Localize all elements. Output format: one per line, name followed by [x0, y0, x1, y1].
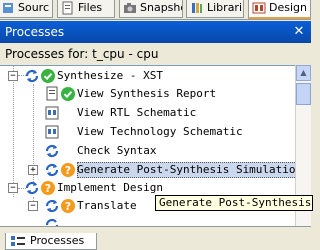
sources-icon — [3, 3, 13, 13]
scroll-thumb[interactable] — [296, 83, 311, 105]
tree-item-generate-post-synthesis[interactable]: + ? Generate Post-Synthesis Simulation M — [0, 161, 295, 179]
tree-item-label: View Technology Schematic — [77, 125, 243, 138]
refresh-icon — [25, 69, 39, 83]
tree-item-label: Synthesize - XST — [57, 69, 163, 82]
tab-libraries[interactable]: Librari — [186, 0, 244, 18]
tree-item-label: Translate — [77, 199, 137, 212]
tab-label: Design — [269, 1, 307, 14]
close-icon[interactable]: ✕ — [291, 23, 307, 41]
question-status-icon: ? — [61, 163, 75, 177]
svg-text:?: ? — [45, 182, 51, 195]
tab-design[interactable]: Design — [248, 0, 311, 19]
processes-icon — [11, 236, 25, 246]
checkmark-ok-icon — [61, 87, 75, 101]
tab-snapshots[interactable]: Snapsho — [119, 0, 183, 18]
design-icon — [252, 2, 266, 14]
bottom-tab-strip: Processes — [0, 226, 311, 250]
tree-item-label: Generate Post-Synthesis Simulation M — [77, 163, 295, 176]
tab-sources[interactable]: Sourc — [0, 0, 53, 18]
tab-label: Sourc — [18, 1, 50, 14]
files-icon — [62, 1, 73, 15]
checkmark-ok-icon — [41, 69, 55, 83]
bottom-tab-label: Processes — [30, 234, 85, 247]
refresh-icon — [25, 181, 39, 195]
svg-text:?: ? — [65, 200, 71, 213]
tree-item-label: View Synthesis Report — [77, 87, 217, 100]
refresh-icon — [45, 144, 59, 158]
tree-item-view-synthesis-report[interactable]: View Synthesis Report — [0, 85, 295, 103]
top-tab-strip: Sourc Files Snapsho Librari Design — [0, 0, 311, 20]
snapshots-icon — [124, 3, 136, 13]
tab-label: Files — [78, 1, 103, 14]
schematic-icon — [45, 106, 59, 120]
tab-label: Snapsho — [140, 1, 183, 14]
collapse-toggle[interactable]: − — [8, 183, 18, 193]
refresh-icon — [45, 199, 59, 213]
report-icon — [46, 86, 58, 101]
tree-item-label: Implement Design — [57, 181, 163, 194]
tab-label: Librari — [207, 1, 243, 14]
tree-item-label: Check Syntax — [77, 144, 157, 157]
scroll-up-button[interactable]: ▲ — [296, 65, 311, 81]
tab-processes[interactable]: Processes — [5, 233, 97, 250]
panel-title-bar: Processes ✕ — [0, 21, 311, 43]
question-status-icon: ? — [41, 181, 55, 195]
processes-for-label: Processes for: t_cpu - cpu — [0, 43, 311, 65]
tree-item-view-rtl-schematic[interactable]: View RTL Schematic — [0, 104, 295, 122]
tooltip: Generate Post-Synthesis Si — [155, 195, 313, 211]
refresh-icon — [45, 163, 59, 177]
schematic-icon — [45, 125, 59, 139]
tree-item-label: View RTL Schematic — [77, 106, 197, 119]
libraries-icon — [192, 3, 202, 13]
svg-text:?: ? — [65, 164, 71, 177]
expand-toggle[interactable]: + — [28, 165, 38, 175]
tree-item-check-syntax[interactable]: Check Syntax — [0, 142, 295, 160]
tree-item-view-technology-schematic[interactable]: View Technology Schematic — [0, 123, 295, 141]
question-status-icon: ? — [61, 199, 75, 213]
tree-item-synthesize[interactable]: − Synthesize - XST — [0, 67, 295, 85]
tab-files[interactable]: Files — [57, 0, 115, 18]
collapse-toggle[interactable]: − — [8, 71, 18, 81]
panel-title: Processes — [5, 25, 65, 39]
collapse-toggle[interactable]: − — [28, 201, 38, 211]
